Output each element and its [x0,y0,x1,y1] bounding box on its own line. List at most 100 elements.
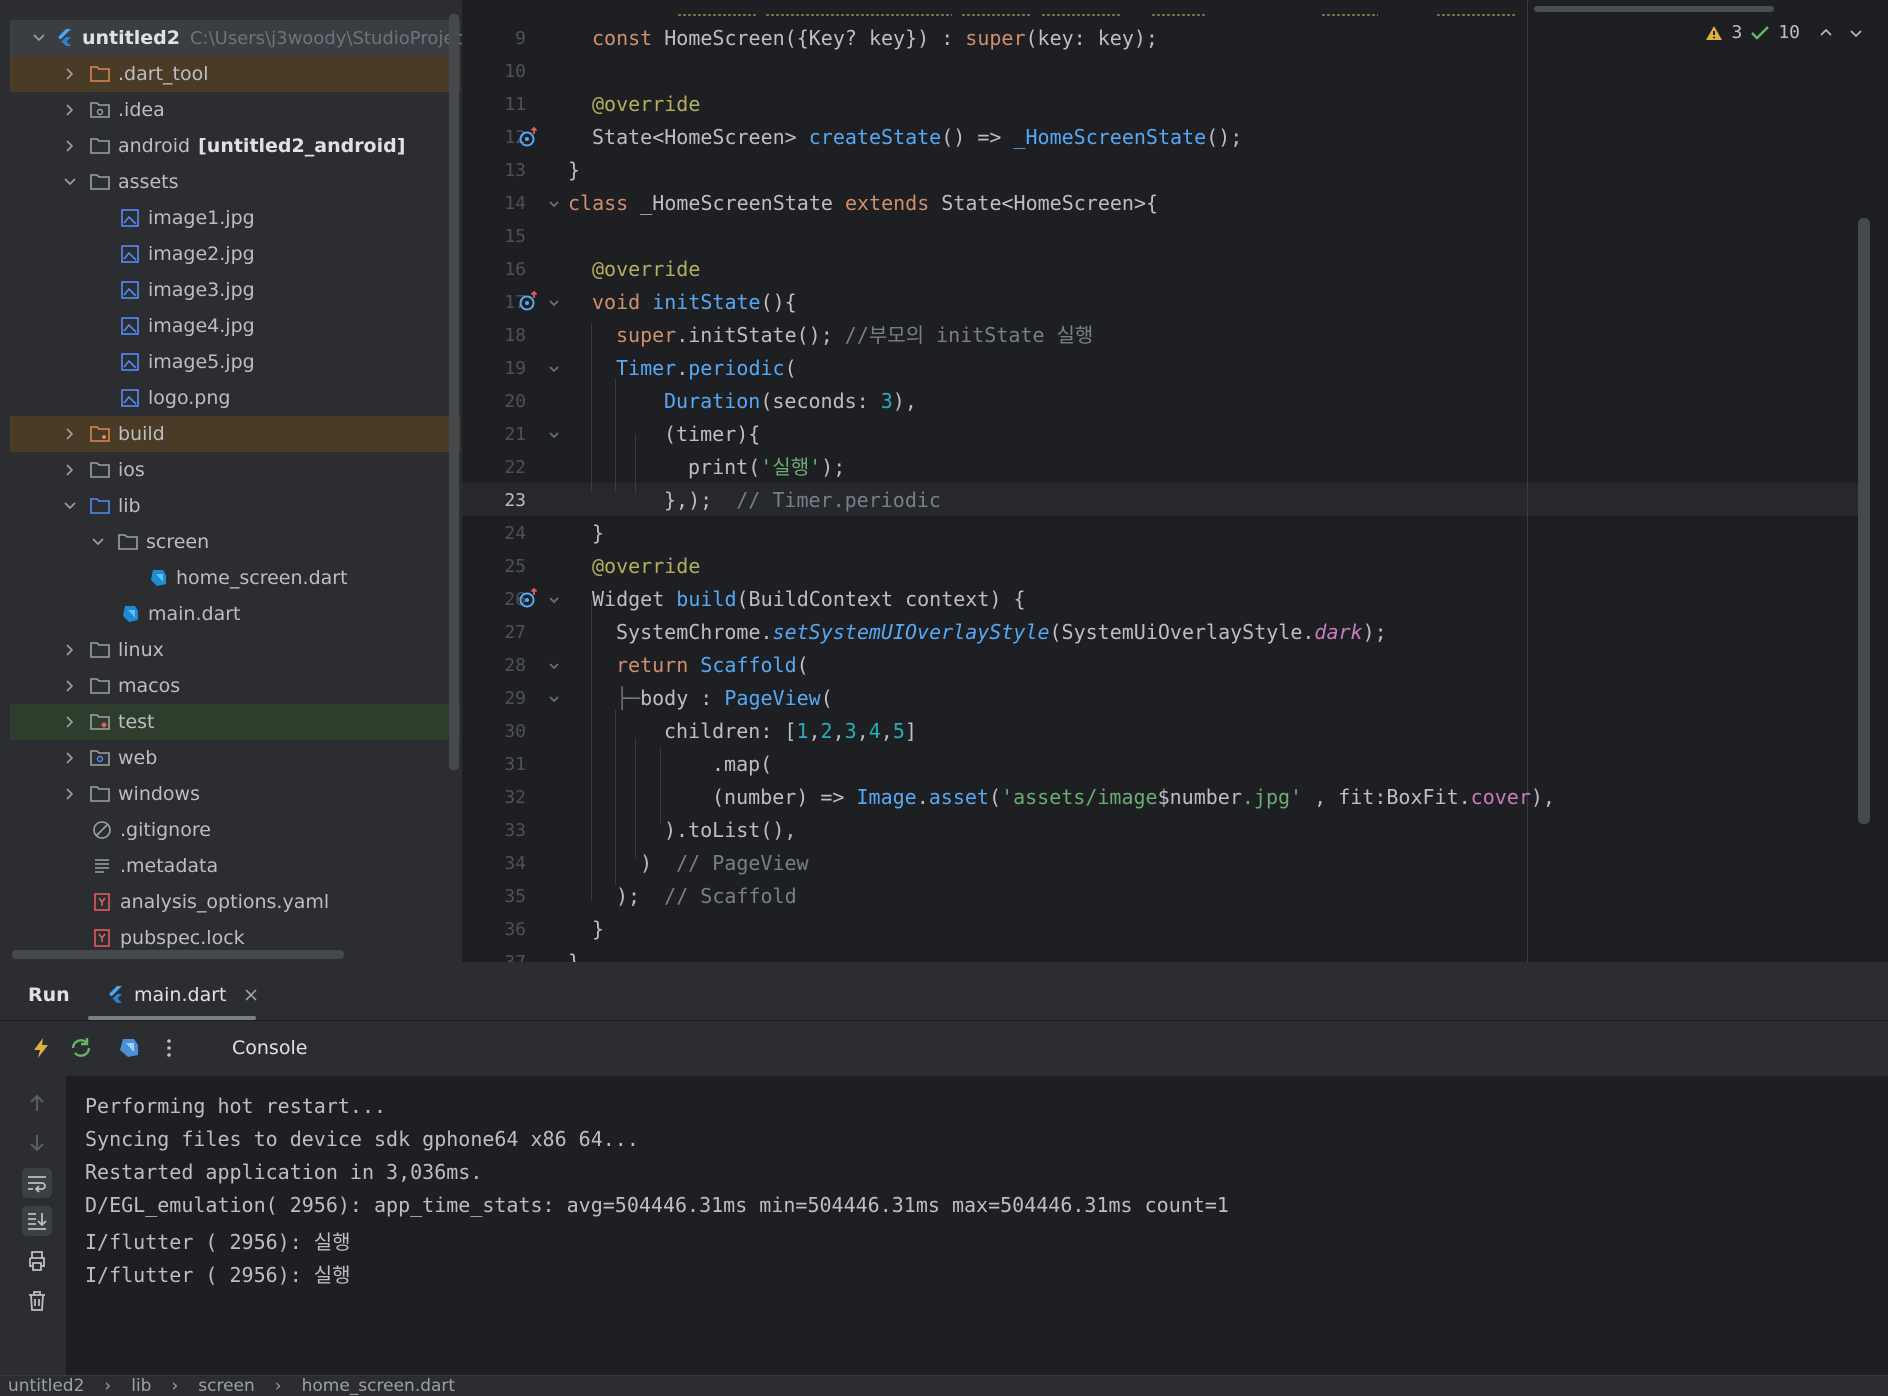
code-line-33[interactable]: ).toList(), [664,814,796,847]
fold-chevron-icon[interactable] [547,197,561,211]
code-line-32[interactable]: (number) => Image.asset('assets/image$nu… [712,781,1555,814]
code-line-34[interactable]: ) // PageView [640,847,809,880]
tree-item-assets[interactable]: assets [10,164,460,200]
breadcrumb-item[interactable]: lib [131,1376,151,1396]
print-icon[interactable] [22,1246,52,1276]
chevron-right-icon[interactable] [60,640,80,660]
code-line-13[interactable]: } [568,154,580,187]
code-line-21[interactable]: (timer){ [664,418,760,451]
project-vertical-scrollbar[interactable] [449,14,459,770]
editor-horizontal-scrollbar[interactable] [1534,6,1774,12]
project-horizontal-scrollbar[interactable] [12,950,344,959]
tree-item-metadata[interactable]: .metadata [10,848,460,884]
fold-chevron-icon[interactable] [547,296,561,310]
run-tab-main-dart[interactable]: main.dart [106,978,258,1012]
tree-item-web[interactable]: web [10,740,460,776]
code-line-22[interactable]: print('실행'); [688,451,845,484]
code-line-20[interactable]: Duration(seconds: 3), [664,385,917,418]
fold-chevron-icon[interactable] [547,692,561,706]
code-line-24[interactable]: } [592,517,604,550]
console-tab[interactable]: Console [232,1037,307,1059]
chevron-right-icon[interactable] [60,460,80,480]
code-line-25[interactable]: @override [592,550,700,583]
code-line-18[interactable]: super.initState(); //부모의 initState 실행 [616,319,1093,352]
chevron-right-icon[interactable] [60,424,80,444]
code-line-28[interactable]: return Scaffold( [616,649,809,682]
tree-item-analysis-options[interactable]: analysis_options.yaml [10,884,460,920]
fold-chevron-icon[interactable] [547,428,561,442]
editor-vertical-scrollbar[interactable] [1858,218,1870,824]
arrow-up-icon[interactable] [22,1088,52,1118]
code-line-14[interactable]: class _HomeScreenState extends State<Hom… [568,187,1158,220]
soft-wrap-icon[interactable] [22,1168,52,1198]
code-editor[interactable]: 9 10 11 12 13 14 15 16 17 18 19 20 21 22… [462,0,1888,962]
code-line-31[interactable]: .map( [712,748,772,781]
chevron-right-icon[interactable] [60,712,80,732]
code-line-23[interactable]: },); // Timer.periodic [664,484,941,517]
tree-item-lib[interactable]: lib [10,488,460,524]
dart-devtools-icon[interactable] [112,1031,146,1065]
code-line-29[interactable]: ├─body : PageView( [616,682,833,715]
chevron-right-icon[interactable] [60,64,80,84]
tree-item-image1[interactable]: image1.jpg [10,200,460,236]
chevron-right-icon[interactable] [60,136,80,156]
chevron-right-icon[interactable] [60,100,80,120]
code-line-16[interactable]: @override [592,253,700,286]
tree-item-android[interactable]: android [untitled2_android] [10,128,460,164]
chevron-down-icon[interactable] [1848,25,1864,41]
hot-reload-icon[interactable] [24,1031,58,1065]
tree-item-idea[interactable]: .idea [10,92,460,128]
fold-chevron-icon[interactable] [547,593,561,607]
code-line-30[interactable]: children: [1,2,3,4,5] [664,715,917,748]
chevron-down-icon[interactable] [60,496,80,516]
tree-item-screen[interactable]: screen [10,524,460,560]
arrow-down-icon[interactable] [22,1128,52,1158]
tree-item-ios[interactable]: ios [10,452,460,488]
tree-item-macos[interactable]: macos [10,668,460,704]
code-line-9[interactable]: const HomeScreen({Key? key}) : super(key… [592,22,1158,55]
chevron-up-icon[interactable] [1818,25,1834,41]
tree-item-windows[interactable]: windows [10,776,460,812]
code-line-11[interactable]: @override [592,88,700,121]
code-line-37[interactable]: } [568,946,580,962]
breadcrumb-item[interactable]: untitled2 [8,1376,84,1396]
chevron-right-icon[interactable] [60,784,80,804]
close-icon[interactable] [244,988,258,1002]
inspection-widget[interactable]: 3 10 [1705,22,1864,43]
tree-item-linux[interactable]: linux [10,632,460,668]
tree-item-test[interactable]: test [10,704,460,740]
chevron-down-icon[interactable] [32,28,46,48]
trash-icon[interactable] [22,1286,52,1316]
console-output[interactable]: Performing hot restart... Syncing files … [66,1076,1888,1375]
tree-item-home-screen-dart[interactable]: home_screen.dart [10,560,460,596]
tree-item-image4[interactable]: image4.jpg [10,308,460,344]
tree-item-image3[interactable]: image3.jpg [10,272,460,308]
override-method-icon[interactable] [518,290,540,312]
breadcrumb-item[interactable]: home_screen.dart [302,1376,455,1396]
tree-item-image2[interactable]: image2.jpg [10,236,460,272]
tree-item-build[interactable]: build [10,416,460,452]
tree-item-main-dart[interactable]: main.dart [10,596,460,632]
code-line-27[interactable]: SystemChrome.setSystemUIOverlayStyle(Sys… [616,616,1387,649]
code-line-26[interactable]: Widget build(BuildContext context) { [592,583,1026,616]
chevron-right-icon[interactable] [60,676,80,696]
scroll-to-end-icon[interactable] [22,1206,52,1236]
chevron-right-icon[interactable] [60,748,80,768]
hot-restart-icon[interactable] [64,1031,98,1065]
tree-root-untitled2[interactable]: untitled2 C:\Users\j3woody\StudioProject… [10,20,462,56]
more-options-icon[interactable] [152,1031,186,1065]
breadcrumb-item[interactable]: screen [198,1376,255,1396]
tree-item-logo[interactable]: logo.png [10,380,460,416]
fold-chevron-icon[interactable] [547,659,561,673]
code-line-12[interactable]: State<HomeScreen> createState() => _Home… [592,121,1242,154]
chevron-down-icon[interactable] [60,172,80,192]
tree-item-dart-tool[interactable]: .dart_tool [10,56,460,92]
code-line-36[interactable]: } [592,913,604,946]
override-method-icon[interactable] [518,587,540,609]
override-method-icon[interactable] [518,126,540,148]
code-line-17[interactable]: void initState(){ [592,286,797,319]
tree-item-gitignore[interactable]: .gitignore [10,812,460,848]
code-line-19[interactable]: Timer.periodic( [616,352,797,385]
fold-chevron-icon[interactable] [547,362,561,376]
code-line-35[interactable]: ); // Scaffold [616,880,797,913]
